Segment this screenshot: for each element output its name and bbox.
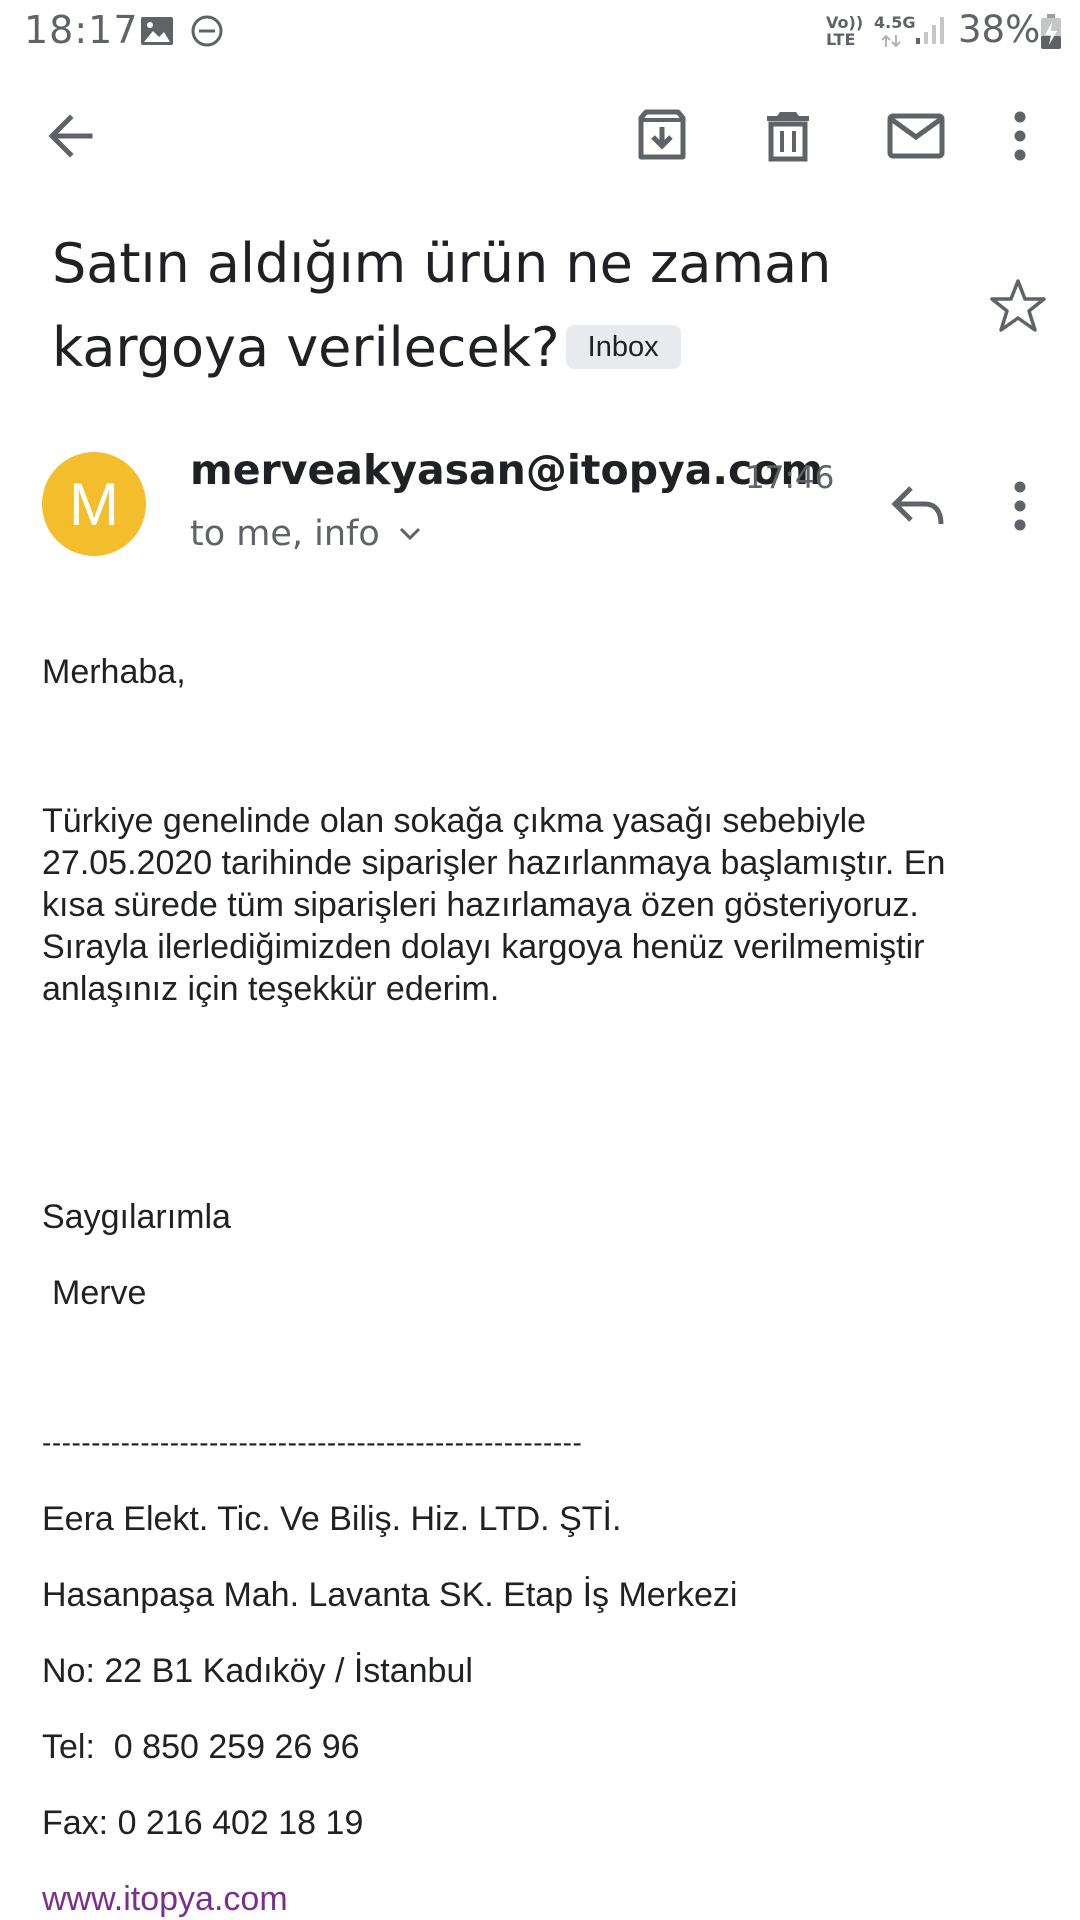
mark-unread-button[interactable]: [876, 96, 956, 176]
paragraph-line: anlaşınız için teşekkür ederim.: [42, 970, 500, 1008]
reply-icon: [891, 486, 944, 525]
star-button[interactable]: [988, 276, 1048, 336]
volte-bottom: LTE: [826, 30, 856, 49]
more-options-button[interactable]: [990, 96, 1050, 176]
star-icon: [990, 279, 1046, 332]
battery-charging-icon: [1040, 14, 1062, 55]
company-name: Eera Elekt. Tic. Ve Biliş. Hiz. LTD. ŞTİ…: [42, 1500, 622, 1538]
phone-number[interactable]: Tel: 0 850 259 26 96: [42, 1726, 1042, 1768]
signal-icon: [914, 14, 946, 51]
recipients-toggle[interactable]: to me, info: [190, 514, 422, 554]
do-not-disturb-icon: [190, 14, 224, 53]
more-vert-icon: [1014, 111, 1026, 161]
signature-divider: ----------------------------------------…: [42, 1427, 583, 1458]
address-line-2: No: 22 B1 Kadıköy / İstanbul: [42, 1652, 473, 1690]
email-subject: Satın aldığım ürün ne zaman kargoya veri…: [52, 222, 932, 390]
archive-icon: [638, 109, 686, 160]
data-arrows-icon: [880, 33, 902, 54]
back-arrow-icon: [48, 114, 93, 158]
delete-button[interactable]: [748, 96, 828, 176]
network-type: 4.5G: [874, 13, 916, 32]
status-time: 18:17: [24, 8, 139, 52]
mark-unread-icon: [887, 113, 945, 159]
paragraph-line: Türkiye genelinde olan sokağa çıkma yasa…: [42, 802, 867, 840]
image-icon: [140, 16, 174, 51]
paragraph-line: 27.05.2020 tarihinde siparişler hazırlan…: [42, 844, 946, 882]
fax-number: Fax: 0 216 402 18 19: [42, 1804, 364, 1842]
inbox-label[interactable]: Inbox: [565, 325, 681, 370]
address-line-1: Hasanpaşa Mah. Lavanta SK. Etap İş Merke…: [42, 1576, 738, 1614]
greeting: Merhaba,: [42, 653, 186, 691]
signature-name: Merve: [52, 1274, 147, 1312]
status-bar: 18:17 Vo)) LTE 4.5G 38%: [0, 0, 1080, 66]
subject-line-2: kargoya verilecek? Inbox: [52, 306, 932, 390]
reply-button[interactable]: [878, 466, 958, 546]
subject-line-2-text: kargoya verilecek?: [52, 316, 560, 379]
sender-address: merveakyasan@itopya.com: [190, 446, 824, 494]
website-link[interactable]: www.itopya.com: [42, 1878, 1042, 1920]
back-button[interactable]: [30, 96, 110, 176]
message-more-button[interactable]: [990, 466, 1050, 546]
recipients-text: to me, info: [190, 514, 380, 554]
paragraph-line: kısa sürede tüm siparişleri hazırlamaya …: [42, 886, 919, 924]
archive-button[interactable]: [622, 96, 702, 176]
battery-percent: 38%: [958, 8, 1041, 51]
message-paragraph: Türkiye genelinde olan sokağa çıkma yasa…: [42, 800, 1042, 1010]
paragraph-line: Sırayla ilerlediğimizden dolayı kargoya …: [42, 928, 925, 966]
closing: Saygılarımla: [42, 1198, 231, 1236]
chevron-down-icon: [399, 527, 420, 541]
email-time: 17:46: [745, 460, 835, 496]
more-vert-icon: [1014, 481, 1026, 531]
volte-indicator: Vo)) LTE: [826, 14, 863, 48]
sender-avatar[interactable]: M: [42, 452, 146, 556]
delete-icon: [767, 112, 809, 162]
subject-line-1: Satın aldığım ürün ne zaman: [52, 232, 832, 295]
